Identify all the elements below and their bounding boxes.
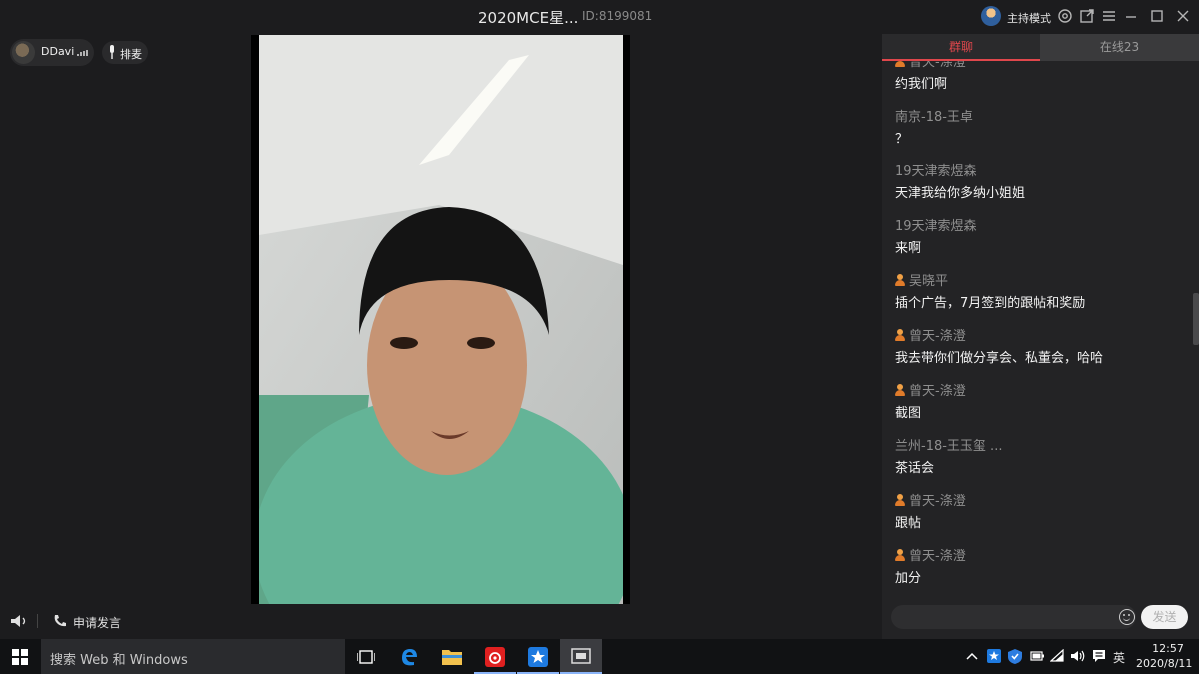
chat-message: 曾天-涤澄 加分 <box>895 548 1195 588</box>
star-app-icon <box>528 647 548 667</box>
message-list: 曾天-涤澄 约我们啊 南京-18-王卓 ？ 19天津索煜森 天津我给你多纳小姐姐… <box>882 61 1199 591</box>
maximize-icon[interactable] <box>1148 8 1166 26</box>
battery-icon[interactable] <box>1030 650 1044 662</box>
microphone-icon <box>110 45 114 59</box>
chat-message: 19天津索煜森 来啊 <box>895 218 1195 258</box>
message-text: ？ <box>895 132 909 147</box>
message-text: 我去带你们做分享会、私董会，哈哈 <box>895 351 1104 366</box>
message-text: 茶话会 <box>895 461 935 476</box>
signal-icon <box>77 50 88 56</box>
chat-message: 曾天-涤澄 约我们啊 <box>895 61 1195 94</box>
speaker-name: DDavi <box>41 45 75 58</box>
chat-message: 19天津索煜森 天津我给你多纳小姐姐 <box>895 163 1195 203</box>
message-sender: 曾天-涤澄 <box>895 328 1195 346</box>
member-badge-icon <box>895 329 905 341</box>
speaker-avatar <box>12 41 35 64</box>
message-text: 跟帖 <box>895 516 922 531</box>
message-sender: 曾天-涤澄 <box>895 61 1195 72</box>
host-mode-button[interactable]: 主持模式 <box>1007 10 1051 26</box>
member-badge-icon <box>895 384 905 396</box>
minimize-icon[interactable] <box>1122 8 1140 26</box>
queue-button[interactable]: 排麦 <box>102 41 148 64</box>
message-sender: 曾天-涤澄 <box>895 548 1195 566</box>
speaker-chip[interactable]: DDavi <box>10 39 94 66</box>
apply-speak-button[interactable]: 申请发言 <box>73 614 121 631</box>
chat-message: 兰州-18-王玉玺 ... 茶话会 <box>895 438 1195 478</box>
notification-icon[interactable] <box>1092 649 1106 663</box>
host-avatar[interactable] <box>981 6 1001 26</box>
folder-icon <box>442 650 462 665</box>
input-method-indicator[interactable]: 英 <box>1113 649 1125 666</box>
chat-input[interactable] <box>891 605 1136 629</box>
task-view-button[interactable] <box>345 639 387 674</box>
tray-app-star-icon[interactable] <box>987 649 1001 663</box>
settings-icon[interactable] <box>1056 8 1074 26</box>
music-app-icon <box>485 647 505 667</box>
chat-message: 曾天-涤澄 跟帖 <box>895 493 1195 533</box>
message-sender: 吴晓平 <box>895 273 1195 291</box>
chat-scrollbar[interactable] <box>1193 293 1199 345</box>
clock-date[interactable]: 2020/8/11 <box>1136 657 1192 670</box>
chat-message: 曾天-涤澄 我去带你们做分享会、私董会，哈哈 <box>895 328 1195 368</box>
message-text: 截图 <box>895 406 922 421</box>
message-sender: 曾天-涤澄 <box>895 493 1195 511</box>
windows-icon <box>12 649 28 665</box>
member-badge-icon <box>895 494 905 506</box>
chat-panel: 群聊 在线23 曾天-涤澄 约我们啊 南京-18-王卓 ？ 19天津索煜森 天津… <box>882 34 1199 639</box>
search-placeholder: 搜索 Web 和 Windows <box>50 653 188 668</box>
message-sender: 兰州-18-王玉玺 ... <box>895 439 1003 454</box>
message-text: 加分 <box>895 571 922 586</box>
popout-icon[interactable] <box>1078 8 1096 26</box>
taskbar-file-explorer[interactable] <box>431 639 473 674</box>
message-sender: 南京-18-王卓 <box>895 110 973 125</box>
security-shield-icon[interactable] <box>1008 649 1022 664</box>
taskbar: 搜索 Web 和 Windows 英 12:57 2020/8/11 <box>0 639 1199 674</box>
speaker-icon[interactable] <box>10 614 28 628</box>
control-divider <box>37 614 38 628</box>
chat-message: 南京-18-王卓 ？ <box>895 109 1195 149</box>
video-feed <box>251 35 630 604</box>
participant-video-frame <box>259 35 623 604</box>
meeting-app: 2020MCE星... ID:8199081 主持模式 DDavi 排麦 申请发… <box>0 0 1199 674</box>
message-text: 插个广告，7月签到的跟帖和奖励 <box>895 296 1086 311</box>
taskbar-meeting-app[interactable] <box>560 639 602 674</box>
edge-icon <box>402 649 417 666</box>
wifi-icon[interactable] <box>1050 649 1064 662</box>
member-badge-icon <box>895 61 905 67</box>
message-sender: 19天津索煜森 <box>895 164 977 179</box>
volume-icon[interactable] <box>1070 649 1086 663</box>
message-sender: 曾天-涤澄 <box>895 383 1195 401</box>
start-button[interactable] <box>0 639 41 674</box>
chat-message: 吴晓平 插个广告，7月签到的跟帖和奖励 <box>895 273 1195 313</box>
taskbar-star-app[interactable] <box>517 639 559 674</box>
phone-icon[interactable] <box>52 613 68 629</box>
taskbar-search[interactable]: 搜索 Web 和 Windows <box>41 639 345 674</box>
taskbar-netease-music[interactable] <box>474 639 516 674</box>
tray-expand-icon[interactable] <box>966 652 978 660</box>
message-text: 约我们啊 <box>895 77 948 92</box>
close-icon[interactable] <box>1174 8 1192 26</box>
clock-time[interactable]: 12:57 <box>1146 642 1190 655</box>
chat-message: 曾天-涤澄 截图 <box>895 383 1195 423</box>
queue-label: 排麦 <box>120 48 142 61</box>
tab-group-chat[interactable]: 群聊 <box>882 34 1040 61</box>
title-bar: 2020MCE星... ID:8199081 主持模式 <box>0 0 1199 34</box>
message-text: 来啊 <box>895 241 922 256</box>
room-title: 2020MCE星... <box>478 9 579 27</box>
member-badge-icon <box>895 549 905 561</box>
menu-icon[interactable] <box>1100 8 1118 26</box>
meeting-app-icon <box>571 648 591 664</box>
task-view-icon <box>357 650 375 664</box>
send-button[interactable]: 发送 <box>1141 605 1188 629</box>
emoji-icon[interactable] <box>1119 609 1135 625</box>
message-text: 天津我给你多纳小姐姐 <box>895 186 1026 201</box>
tab-online[interactable]: 在线23 <box>1040 34 1199 61</box>
taskbar-edge[interactable] <box>388 639 430 674</box>
room-id: ID:8199081 <box>582 9 653 23</box>
message-sender: 19天津索煜森 <box>895 219 977 234</box>
member-badge-icon <box>895 274 905 286</box>
